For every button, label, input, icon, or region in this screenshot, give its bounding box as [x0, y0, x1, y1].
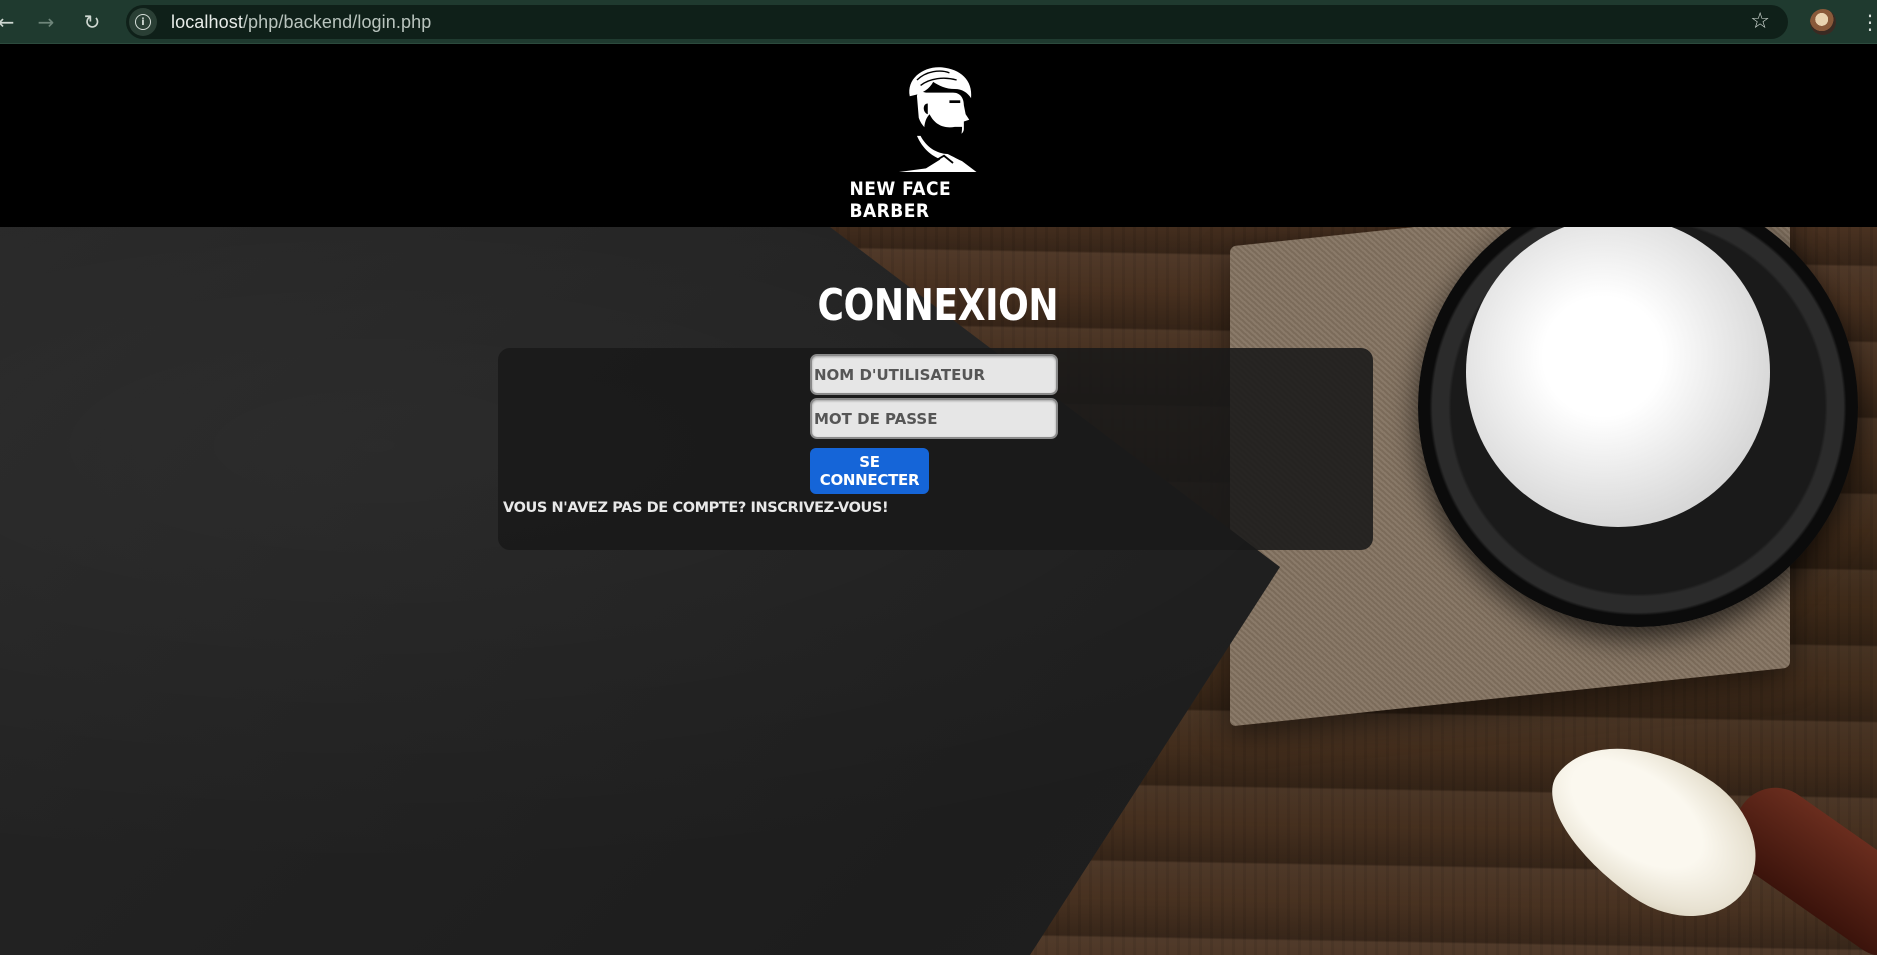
address-bar[interactable]: i localhost/php/backend/login.php ☆	[126, 5, 1788, 39]
page-title: CONNEXION	[817, 280, 1059, 331]
url-text[interactable]: localhost/php/backend/login.php	[171, 12, 431, 33]
site-header: NEW FACE BARBER	[0, 44, 1877, 227]
kebab-icon[interactable]: ⋮	[1860, 10, 1877, 34]
url-path: /php/backend/login.php	[242, 11, 432, 32]
barber-head-icon	[898, 67, 977, 172]
shaving-foam-image	[1466, 227, 1770, 527]
reload-icon[interactable]: ↻	[80, 10, 104, 34]
main-background	[0, 227, 1877, 955]
profile-avatar[interactable]	[1810, 9, 1836, 35]
browser-toolbar: ← → ↻ i localhost/php/backend/login.php …	[0, 0, 1877, 44]
logo[interactable]: NEW FACE BARBER	[840, 62, 1030, 222]
username-input[interactable]	[810, 354, 1058, 395]
url-host: localhost	[171, 11, 243, 32]
star-icon[interactable]: ☆	[1750, 9, 1770, 34]
password-input[interactable]	[810, 398, 1058, 439]
signup-link[interactable]: VOUS N'AVEZ PAS DE COMPTE? INSCRIVEZ-VOU…	[503, 500, 889, 516]
info-icon[interactable]: i	[129, 8, 157, 36]
login-button[interactable]: SE CONNECTER	[810, 448, 929, 494]
logo-text: NEW FACE BARBER	[849, 178, 952, 222]
forward-icon[interactable]: →	[34, 10, 58, 34]
back-icon[interactable]: ←	[0, 10, 18, 34]
login-form: SE CONNECTER VOUS N'AVEZ PAS DE COMPTE? …	[498, 348, 1373, 550]
